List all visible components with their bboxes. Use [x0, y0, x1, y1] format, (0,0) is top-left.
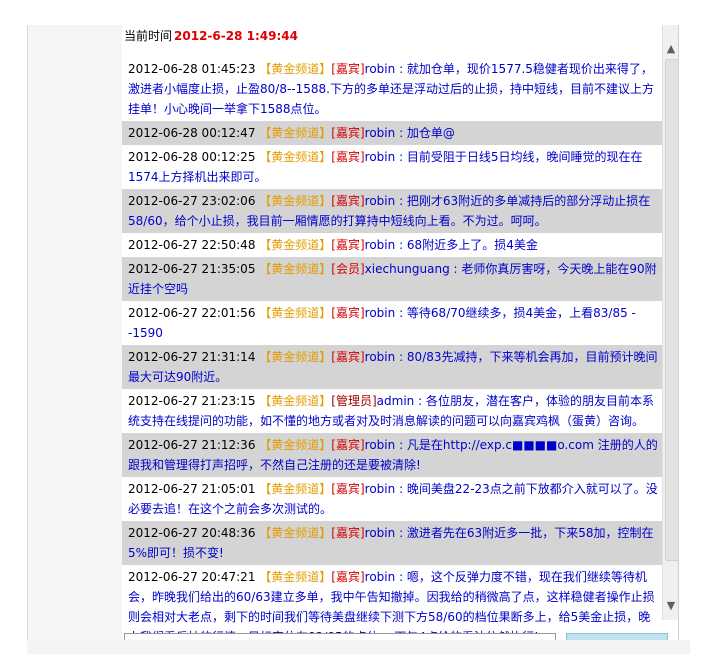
message-item: 2012-06-27 22:50:48 【黄金频道】[嘉宾]robin : 68… — [128, 238, 538, 252]
message-role: [嘉宾] — [331, 350, 365, 364]
message-role: [嘉宾] — [331, 570, 365, 584]
message-item: 2012-06-27 21:12:36 【黄金频道】[嘉宾]robin : 凡是… — [122, 433, 662, 477]
message-date: 2012-06-27 21:23:15 — [128, 394, 256, 408]
message-item: 2012-06-27 21:23:15 【黄金频道】[管理员]admin : 各… — [128, 394, 654, 428]
message-date: 2012-06-28 01:45:23 — [128, 62, 256, 76]
message-channel: 【黄金频道】 — [259, 526, 332, 540]
message-item: 2012-06-27 23:02:06 【黄金频道】[嘉宾]robin : 把刚… — [122, 189, 662, 233]
message-channel: 【黄金频道】 — [259, 262, 332, 276]
message-date: 2012-06-27 22:50:48 — [128, 238, 256, 252]
message-channel: 【黄金频道】 — [259, 126, 332, 140]
message-role: [管理员] — [331, 394, 377, 408]
message-item: 2012-06-28 00:12:25 【黄金频道】[嘉宾]robin : 目前… — [128, 150, 643, 184]
message-user[interactable]: robin — [365, 62, 396, 76]
message-channel: 【黄金频道】 — [259, 306, 332, 320]
message-user[interactable]: robin — [365, 526, 396, 540]
message-item: 2012-06-28 00:12:47 【黄金频道】[嘉宾]robin : 加仓… — [122, 121, 662, 145]
message-channel: 【黄金频道】 — [259, 350, 332, 364]
bottom-shadow — [27, 640, 690, 654]
message-item: 2012-06-27 20:48:36 【黄金频道】[嘉宾]robin : 激进… — [122, 521, 662, 565]
message-user[interactable]: robin — [365, 238, 396, 252]
message-role: [嘉宾] — [331, 126, 365, 140]
message-role: [嘉宾] — [331, 238, 365, 252]
message-date: 2012-06-28 00:12:25 — [128, 150, 256, 164]
message-role: [嘉宾] — [331, 150, 365, 164]
message-channel: 【黄金频道】 — [259, 482, 332, 496]
message-date: 2012-06-27 21:31:14 — [128, 350, 256, 364]
message-user[interactable]: robin — [365, 482, 396, 496]
current-time-label: 当前时间 — [124, 29, 173, 43]
message-date: 2012-06-27 20:47:21 — [128, 570, 256, 584]
message-item: 2012-06-27 21:31:14 【黄金频道】[嘉宾]robin : 80… — [122, 345, 662, 389]
message-user[interactable]: robin — [365, 194, 396, 208]
message-role: [嘉宾] — [331, 526, 365, 540]
message-channel: 【黄金频道】 — [259, 62, 332, 76]
message-channel: 【黄金频道】 — [259, 194, 332, 208]
message-channel: 【黄金频道】 — [259, 570, 332, 584]
message-role: [会员] — [331, 262, 365, 276]
message-date: 2012-06-27 22:01:56 — [128, 306, 256, 320]
message-channel: 【黄金频道】 — [259, 438, 332, 452]
message-text: 加仓单@ — [406, 126, 455, 140]
message-user[interactable]: xiechunguang — [365, 262, 450, 276]
message-role: [嘉宾] — [331, 306, 365, 320]
message-user[interactable]: robin — [365, 150, 396, 164]
window: 当前时间 2012-6-28 1:49:44 2012-06-28 01:45:2… — [0, 0, 717, 666]
message-role: [嘉宾] — [331, 194, 365, 208]
message-item: 2012-06-27 22:01:56 【黄金频道】[嘉宾]robin : 等待… — [128, 306, 636, 340]
message-item: 2012-06-27 21:35:05 【黄金频道】[会员]xiechungua… — [122, 257, 662, 301]
message-user[interactable]: robin — [365, 126, 396, 140]
message-channel: 【黄金频道】 — [259, 394, 332, 408]
message-date: 2012-06-27 20:48:36 — [128, 526, 256, 540]
message-date: 2012-06-27 21:12:36 — [128, 438, 256, 452]
left-sidebar-strip — [27, 25, 123, 640]
scroll-up-icon[interactable]: ▲ — [663, 41, 679, 57]
scroll-down-icon[interactable]: ▼ — [663, 598, 679, 614]
message-item: 2012-06-27 21:05:01 【黄金频道】[嘉宾]robin : 晚间… — [128, 482, 658, 516]
message-user[interactable]: robin — [365, 306, 396, 320]
current-time-bar: 当前时间 2012-6-28 1:49:44 — [122, 25, 662, 47]
message-user[interactable]: robin — [365, 350, 396, 364]
scrollbar-thumb[interactable] — [665, 59, 679, 561]
vertical-scrollbar[interactable]: ▲ ▼ — [662, 25, 679, 620]
right-edge — [678, 25, 691, 640]
message-user[interactable]: robin — [365, 438, 396, 452]
chat-panel: 当前时间 2012-6-28 1:49:44 2012-06-28 01:45:2… — [122, 25, 662, 640]
message-role: [嘉宾] — [331, 482, 365, 496]
message-user[interactable]: admin — [377, 394, 415, 408]
message-item: 2012-06-28 01:45:23 【黄金频道】[嘉宾]robin : 就加… — [128, 62, 654, 116]
message-date: 2012-06-27 23:02:06 — [128, 194, 256, 208]
message-user[interactable]: robin — [365, 570, 396, 584]
message-date: 2012-06-28 00:12:47 — [128, 126, 256, 140]
current-time-value: 2012-6-28 1:49:44 — [174, 29, 298, 43]
message-role: [嘉宾] — [331, 438, 365, 452]
message-channel: 【黄金频道】 — [259, 150, 332, 164]
message-text: 68附近多上了。损4美金 — [406, 238, 538, 252]
message-item: 2012-06-27 20:47:21 【黄金频道】[嘉宾]robin : 嗯，… — [122, 565, 662, 640]
message-date: 2012-06-27 21:05:01 — [128, 482, 256, 496]
message-channel: 【黄金频道】 — [259, 238, 332, 252]
message-role: [嘉宾] — [331, 62, 365, 76]
message-list[interactable]: 2012-06-28 01:45:23 【黄金频道】[嘉宾]robin : 就加… — [122, 57, 662, 640]
message-date: 2012-06-27 21:35:05 — [128, 262, 256, 276]
